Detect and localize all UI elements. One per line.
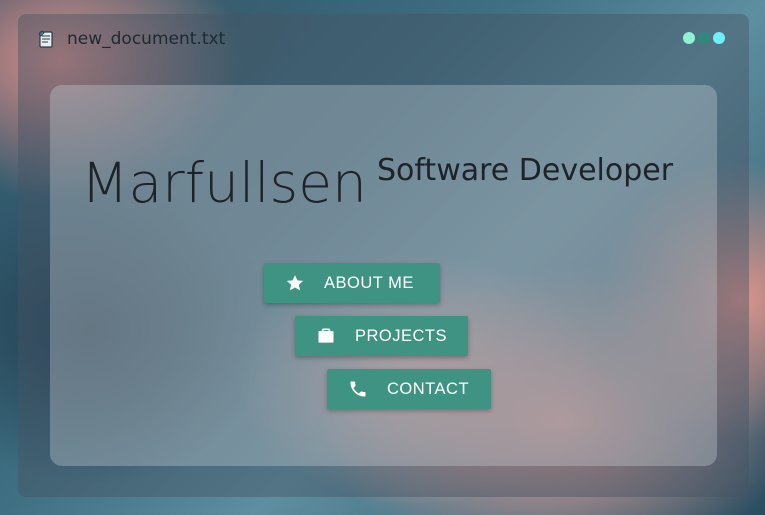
about-me-button[interactable]: ABOUT ME	[264, 263, 440, 303]
notepad-icon	[36, 29, 56, 49]
maximize-dot[interactable]	[698, 32, 710, 44]
projects-label: PROJECTS	[355, 326, 448, 345]
contact-button[interactable]: CONTACT	[327, 369, 491, 409]
star-icon	[284, 272, 306, 294]
close-dot[interactable]	[713, 32, 725, 44]
minimize-dot[interactable]	[683, 32, 695, 44]
author-name: Marfullsen	[81, 151, 367, 215]
briefcase-icon	[315, 325, 337, 347]
window-title: new_document.txt	[67, 29, 226, 49]
phone-icon	[347, 378, 369, 400]
title-bar: new_document.txt	[18, 14, 749, 64]
author-role: Software Developer	[377, 153, 674, 188]
app-window: new_document.txt Marfullsen Software Dev…	[18, 14, 749, 497]
about-me-label: ABOUT ME	[324, 273, 414, 292]
window-controls	[683, 32, 725, 44]
content-card: Marfullsen Software Developer ABOUT ME P…	[50, 85, 717, 466]
contact-label: CONTACT	[387, 379, 470, 398]
projects-button[interactable]: PROJECTS	[295, 316, 468, 356]
